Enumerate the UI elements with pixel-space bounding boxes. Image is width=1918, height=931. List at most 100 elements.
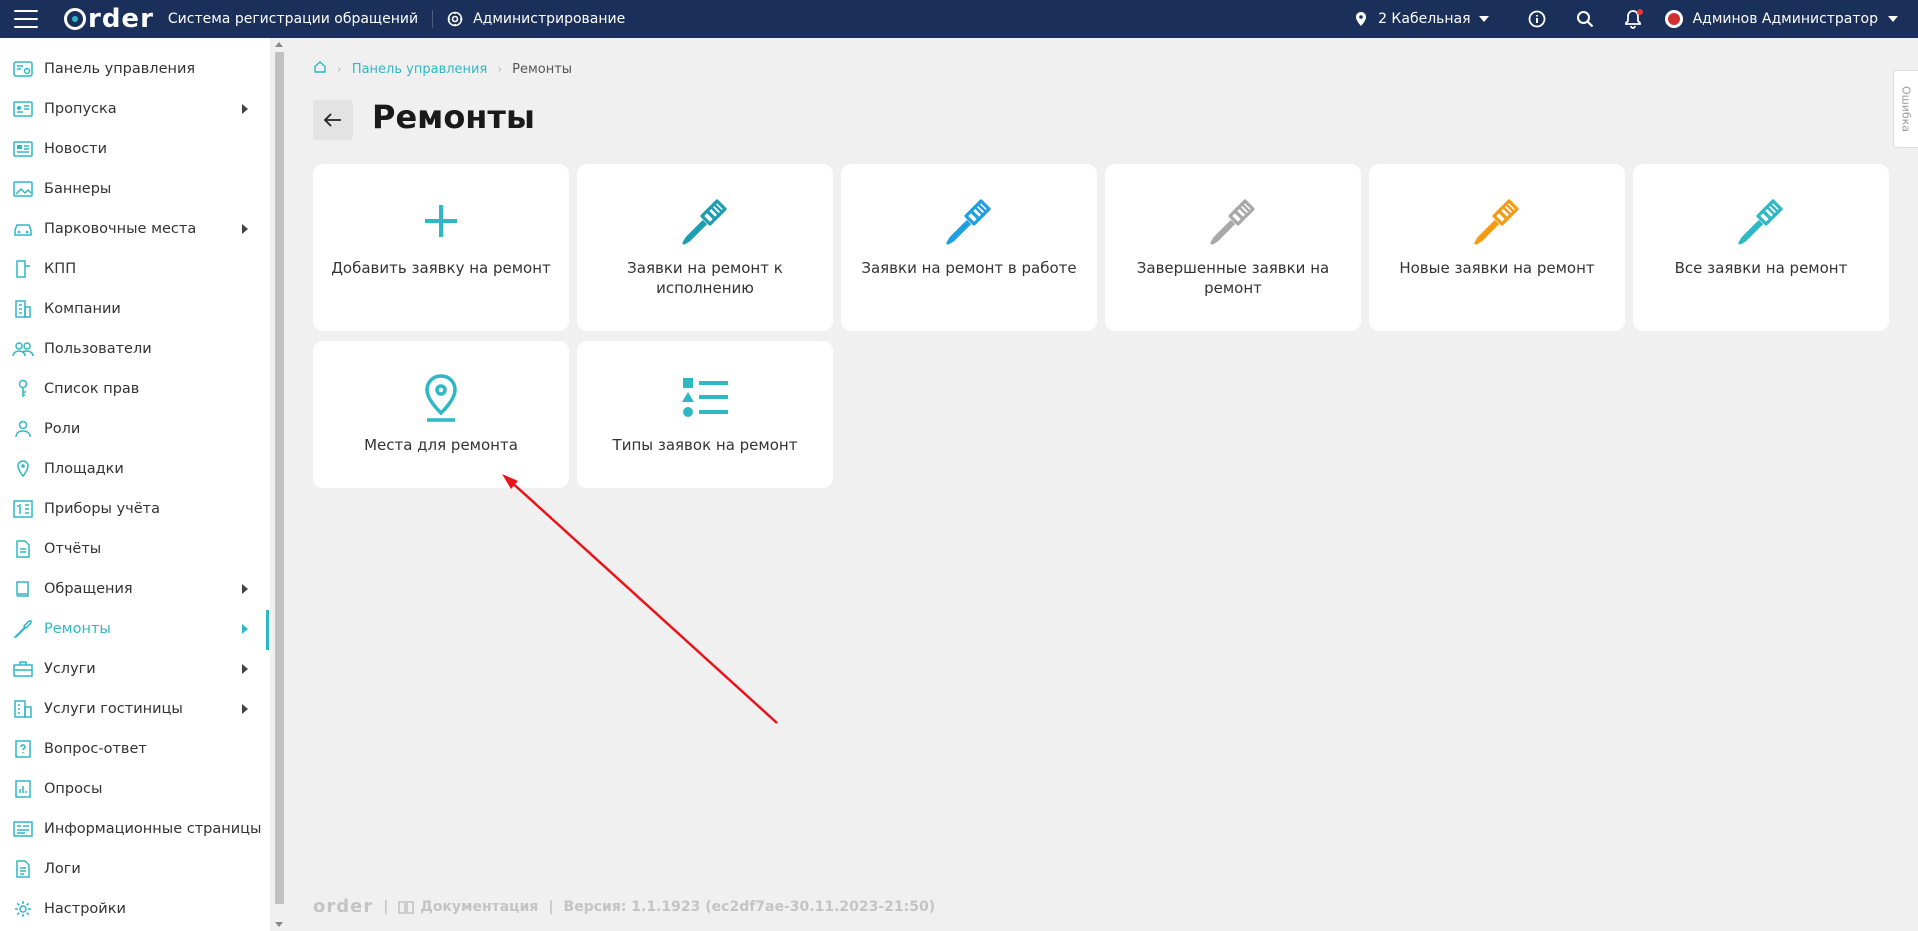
repair-card-4[interactable]: Завершенные заявки на ремонт — [1105, 164, 1361, 331]
book-icon — [398, 900, 415, 914]
repair-card-5[interactable]: Новые заявки на ремонт — [1369, 164, 1625, 331]
sidebar-item-label: Пользователи — [44, 341, 152, 357]
card-label: Завершенные заявки на ремонт — [1136, 259, 1330, 297]
sidebar-item-16[interactable]: Услуги — [0, 649, 266, 689]
news-icon — [12, 138, 34, 160]
sidebar-item-22[interactable]: Настройки — [0, 889, 266, 929]
card-label: Добавить заявку на ремонт — [331, 259, 551, 277]
card-label: Все заявки на ремонт — [1674, 259, 1848, 277]
version-text: Версия: 1.1.1923 (ec2df7ae-30.11.2023-21… — [563, 898, 936, 915]
sidebar-scrollbar[interactable] — [272, 38, 286, 931]
sidebar-item-label: Новости — [44, 141, 108, 157]
menu-icon[interactable] — [14, 10, 38, 28]
sidebar-item-17[interactable]: Услуги гостиницы — [0, 689, 266, 729]
repair-card-3[interactable]: Заявки на ремонт в работе — [841, 164, 1097, 331]
card-label: Заявки на ремонт к исполнению — [627, 259, 783, 297]
feedback-tab[interactable]: Ошибка — [1893, 70, 1918, 148]
location-icon — [12, 458, 34, 480]
sidebar-item-13[interactable]: Отчёты — [0, 529, 266, 569]
repair-card-7[interactable]: Места для ремонта — [313, 341, 569, 488]
scrollbar-thumb[interactable] — [275, 52, 284, 904]
screwdriver-icon — [12, 618, 34, 640]
annotation-arrow — [502, 474, 778, 724]
info-button[interactable] — [1513, 0, 1561, 38]
screwdriver-icon — [943, 194, 995, 248]
sidebar-item-11[interactable]: Площадки — [0, 449, 266, 489]
info-page-icon — [12, 818, 34, 840]
briefcase-icon — [12, 658, 34, 680]
repair-card-1[interactable]: Добавить заявку на ремонт — [313, 164, 569, 331]
plus-icon — [421, 194, 461, 248]
hotel-icon — [12, 698, 34, 720]
settings-icon — [12, 898, 34, 920]
sidebar-item-label: Площадки — [44, 461, 124, 477]
arrow-left-icon — [324, 113, 341, 127]
sidebar-item-label: Компании — [44, 301, 121, 317]
footer: order | Документация | Версия: 1.1.1923 … — [313, 896, 936, 917]
chevron-right-icon — [242, 224, 248, 234]
location-pin-icon — [1356, 12, 1367, 26]
sidebar-item-6[interactable]: КПП — [0, 249, 266, 289]
sidebar-item-label: Список прав — [44, 381, 140, 397]
administration-link[interactable]: Администрирование — [447, 11, 625, 27]
sidebar-item-18[interactable]: Вопрос-ответ — [0, 729, 266, 769]
location-selector[interactable]: 2 Кабельная — [1354, 11, 1489, 27]
sidebar-item-14[interactable]: Обращения — [0, 569, 266, 609]
breadcrumb: › Панель управления › Ремонты — [313, 60, 572, 78]
documentation-link[interactable]: Документация — [398, 899, 538, 915]
log-icon — [12, 858, 34, 880]
repair-card-8[interactable]: Типы заявок на ремонт — [577, 341, 833, 488]
sidebar-item-15[interactable]: Ремонты — [0, 609, 266, 649]
sidebar-item-4[interactable]: Баннеры — [0, 169, 266, 209]
logo[interactable]: rder — [64, 4, 154, 34]
list-types-icon — [680, 371, 730, 425]
sidebar-item-12[interactable]: Приборы учёта — [0, 489, 266, 529]
active-indicator — [266, 610, 269, 650]
app-title: Система регистрации обращений — [167, 11, 419, 27]
sidebar-item-label: Парковочные места — [44, 221, 197, 237]
sidebar-item-label: Ремонты — [44, 621, 111, 637]
sidebar-item-1[interactable]: Панель управления — [0, 49, 266, 89]
back-button[interactable] — [313, 100, 353, 140]
chevron-right-icon — [242, 664, 248, 674]
sidebar-item-label: Опросы — [44, 781, 103, 797]
repair-card-6[interactable]: Все заявки на ремонт — [1633, 164, 1889, 331]
sidebar-item-21[interactable]: Логи — [0, 849, 266, 889]
sidebar-item-label: Услуги гостиницы — [44, 701, 183, 717]
repair-card-2[interactable]: Заявки на ремонт к исполнению — [577, 164, 833, 331]
sidebar-item-label: Обращения — [44, 581, 133, 597]
sidebar-item-label: Баннеры — [44, 181, 112, 197]
card-label: Типы заявок на ремонт — [612, 436, 798, 454]
sidebar-item-19[interactable]: Опросы — [0, 769, 266, 809]
badge-icon — [12, 98, 34, 120]
key-icon — [12, 378, 34, 400]
home-icon[interactable] — [313, 60, 327, 78]
sidebar-item-label: Панель управления — [44, 61, 196, 77]
scroll-up-icon[interactable] — [275, 42, 283, 47]
user-menu[interactable]: Админов Администратор — [1664, 10, 1898, 28]
chevron-down-icon — [1888, 16, 1898, 22]
chevron-right-icon — [242, 104, 248, 114]
book-icon — [12, 578, 34, 600]
screwdriver-icon — [1735, 194, 1787, 248]
sidebar-item-label: Вопрос-ответ — [44, 741, 147, 757]
sidebar-item-9[interactable]: Список прав — [0, 369, 266, 409]
sidebar-item-label: Логи — [44, 861, 81, 877]
screwdriver-icon — [1207, 194, 1259, 248]
scroll-down-icon[interactable] — [275, 922, 283, 927]
report-icon — [12, 538, 34, 560]
notifications-button[interactable] — [1609, 0, 1657, 38]
sidebar-item-7[interactable]: Компании — [0, 289, 266, 329]
sidebar-item-2[interactable]: Пропуска — [0, 89, 266, 129]
chevron-down-icon — [1478, 16, 1489, 22]
sidebar-item-label: Настройки — [44, 901, 126, 917]
avatar — [1664, 10, 1683, 28]
sidebar-item-label: Пропуска — [44, 101, 117, 117]
breadcrumb-link-dashboard[interactable]: Панель управления — [352, 62, 488, 77]
search-button[interactable] — [1561, 0, 1609, 38]
sidebar-item-8[interactable]: Пользователи — [0, 329, 266, 369]
sidebar-item-3[interactable]: Новости — [0, 129, 266, 169]
sidebar-item-5[interactable]: Парковочные места — [0, 209, 266, 249]
sidebar-item-10[interactable]: Роли — [0, 409, 266, 449]
sidebar-item-20[interactable]: Информационные страницы — [0, 809, 266, 849]
